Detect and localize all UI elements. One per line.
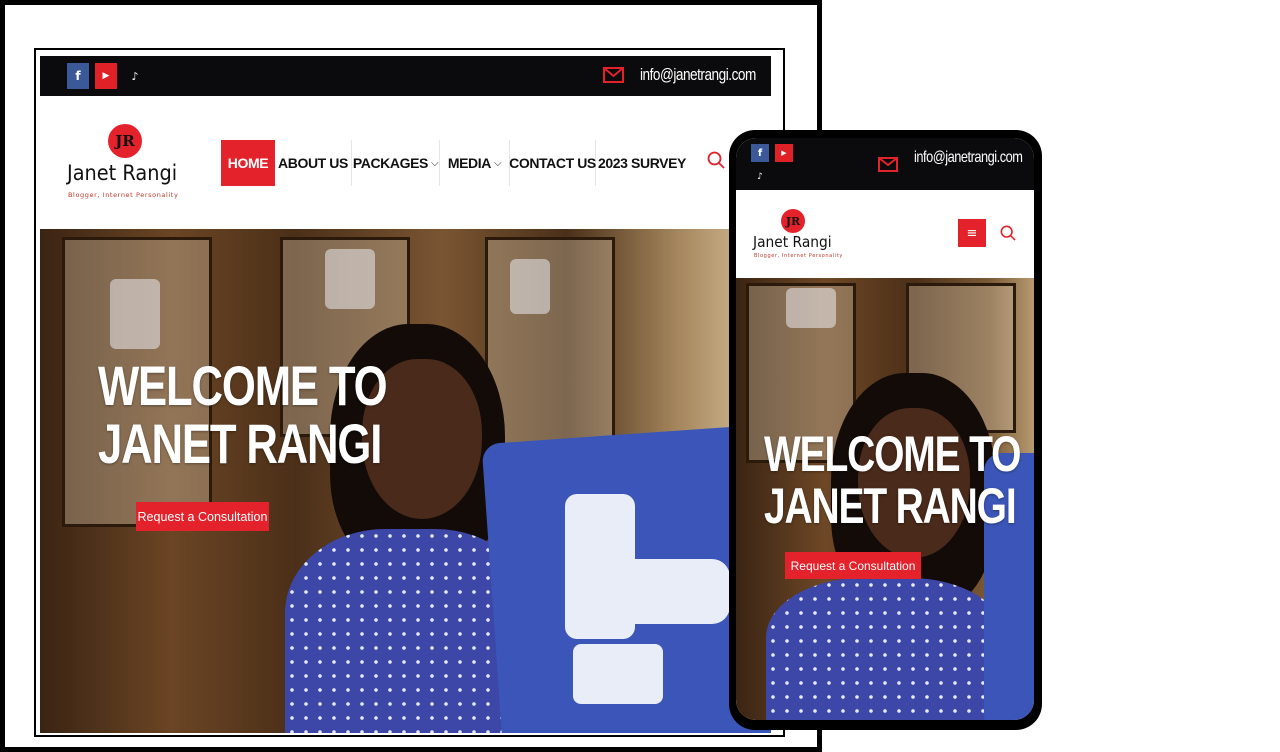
mail-icon [878,157,898,172]
glassware [110,279,160,349]
hero-title: WELCOME TO JANET RANGI [98,354,388,476]
nav-contact-label: CONTACT US [509,155,596,171]
facebook-icon[interactable]: f [751,144,769,162]
hero-title-line1: WELCOME TO [764,426,1021,482]
nav-about-label: ABOUT US [278,155,348,171]
youtube-icon[interactable]: ▶ [95,63,117,89]
nav-home-label: HOME [227,155,269,171]
desktop-screen: f ▶ ♪ info@janetrangi.com JR Janet Rangi… [34,48,785,737]
email-link[interactable]: info@janetrangi.com [640,65,756,85]
mobile-top-bar: f ▶ ♪ info@janetrangi.com [736,138,1034,190]
hero-title-line2: JANET RANGI [764,478,1017,534]
chevron-down-icon: ⌵ [493,157,502,169]
menu-icon[interactable]: ≡ [958,219,986,247]
glassware [510,259,550,314]
mail-icon [603,67,624,83]
nav-home[interactable]: HOME [221,140,275,186]
top-bar: f ▶ ♪ info@janetrangi.com [40,56,771,96]
mobile-screen: f ▶ ♪ info@janetrangi.com JR Janet Rangi… [736,138,1034,720]
hero-title-line1: WELCOME TO [98,354,388,417]
logo-name: Janet Rangi [753,233,832,251]
logo-tagline: Blogger, Internet Personality [68,191,179,199]
tiktok-icon[interactable]: ♪ [124,63,146,89]
logo-tagline: Blogger, Internet Personality [754,253,843,259]
thumbs-up-cuff [573,644,663,704]
logo-name: Janet Rangi [67,161,178,185]
hero-section: WELCOME TO JANET RANGI Request a Consult… [40,229,771,733]
desktop-mockup-frame: f ▶ ♪ info@janetrangi.com JR Janet Rangi… [0,0,822,752]
nav-media[interactable]: MEDIA ⌵ [440,140,510,186]
glassware [325,249,375,309]
mobile-mockup-frame: f ▶ ♪ info@janetrangi.com JR Janet Rangi… [729,130,1042,730]
cabinet-shelf [485,237,615,447]
facebook-icon[interactable]: f [67,63,89,89]
nav-contact-us[interactable]: CONTACT US [509,140,596,186]
request-consultation-button[interactable]: Request a Consultation [136,502,269,531]
nav-packages-label: PACKAGES [352,155,429,171]
youtube-icon[interactable]: ▶ [775,144,793,162]
chevron-down-icon: ⌵ [430,157,439,169]
main-nav: HOME ABOUT US PACKAGES ⌵ MEDIA ⌵ CONTACT U… [221,140,688,186]
hero-title: WELCOME TO JANET RANGI [764,426,1021,534]
site-header: JR Janet Rangi Blogger, Internet Persona… [40,96,771,229]
hero-title-line2: JANET RANGI [98,412,382,476]
logo-monogram: JR [781,209,805,233]
search-icon[interactable] [1000,225,1016,241]
nav-media-label: MEDIA [447,155,492,171]
email-link[interactable]: info@janetrangi.com [914,149,1023,167]
request-consultation-button[interactable]: Request a Consultation [785,552,921,579]
person-dress [766,578,1006,720]
nav-2023-survey[interactable]: 2023 SURVEY [596,140,688,186]
tiktok-icon[interactable]: ♪ [751,168,769,186]
thumbs-up-palm [600,559,730,624]
logo-monogram: JR [108,124,142,158]
mobile-header: JR Janet Rangi Blogger, Internet Persona… [736,190,1034,278]
nav-packages[interactable]: PACKAGES ⌵ [352,140,440,186]
search-icon[interactable] [707,151,725,169]
glassware [786,288,836,328]
nav-about-us[interactable]: ABOUT US [275,140,352,186]
mobile-hero-section: WELCOME TO JANET RANGI Request a Consult… [736,278,1034,720]
nav-survey-label: 2023 SURVEY [598,155,686,171]
